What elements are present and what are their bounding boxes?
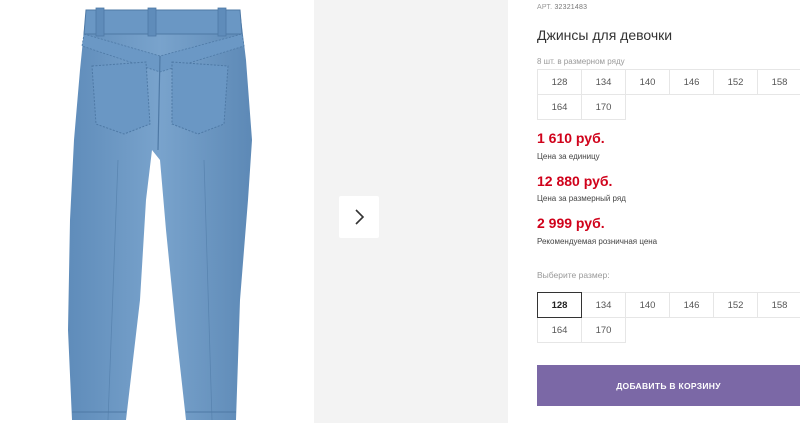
product-title: Джинсы для девочки: [537, 27, 673, 43]
choose-size-label: Выберите размер:: [537, 270, 610, 280]
pack-size-cell: 134: [581, 69, 626, 95]
retail-price-note: Рекомендуемая розничная цена: [537, 237, 658, 246]
pack-size-cell: 158: [757, 69, 800, 95]
product-info: АРТ. 32321483 Джинсы для девочки 8 шт. в…: [537, 0, 800, 423]
pack-price-note: Цена за размерный ряд: [537, 194, 626, 203]
retail-price: 2 999 руб.: [537, 215, 605, 231]
pack-size-cell: 170: [581, 94, 626, 120]
article-number: АРТ. 32321483: [537, 4, 587, 11]
size-option-164[interactable]: 164: [537, 317, 582, 343]
next-image-button[interactable]: [339, 196, 379, 238]
size-option-146[interactable]: 146: [669, 292, 714, 318]
pack-size-grid: 128 134 140 146 152 158 164 170: [537, 69, 800, 120]
unit-price-note: Цена за единицу: [537, 152, 600, 161]
size-option-158[interactable]: 158: [757, 292, 800, 318]
pack-size-cell: 140: [625, 69, 670, 95]
chevron-right-icon: [355, 209, 365, 225]
jeans-image: [68, 7, 252, 421]
size-option-152[interactable]: 152: [713, 292, 758, 318]
size-selector: 128 134 140 146 152 158 164 170: [537, 292, 800, 343]
product-gallery: [0, 0, 508, 423]
pack-size-cell: 146: [669, 69, 714, 95]
unit-price: 1 610 руб.: [537, 130, 605, 146]
article-prefix: АРТ.: [537, 4, 553, 11]
article-value: 32321483: [554, 4, 588, 11]
pack-size-cell: 152: [713, 69, 758, 95]
size-option-140[interactable]: 140: [625, 292, 670, 318]
product-image[interactable]: [0, 0, 314, 423]
add-to-cart-button[interactable]: ДОБАВИТЬ В КОРЗИНУ: [537, 365, 800, 406]
pack-size-cell: 128: [537, 69, 582, 95]
pack-price: 12 880 руб.: [537, 173, 613, 189]
pack-label: 8 шт. в размерном ряду: [537, 57, 625, 66]
size-option-170[interactable]: 170: [581, 317, 626, 343]
size-option-128[interactable]: 128: [537, 292, 582, 318]
size-option-134[interactable]: 134: [581, 292, 626, 318]
pack-size-cell: 164: [537, 94, 582, 120]
